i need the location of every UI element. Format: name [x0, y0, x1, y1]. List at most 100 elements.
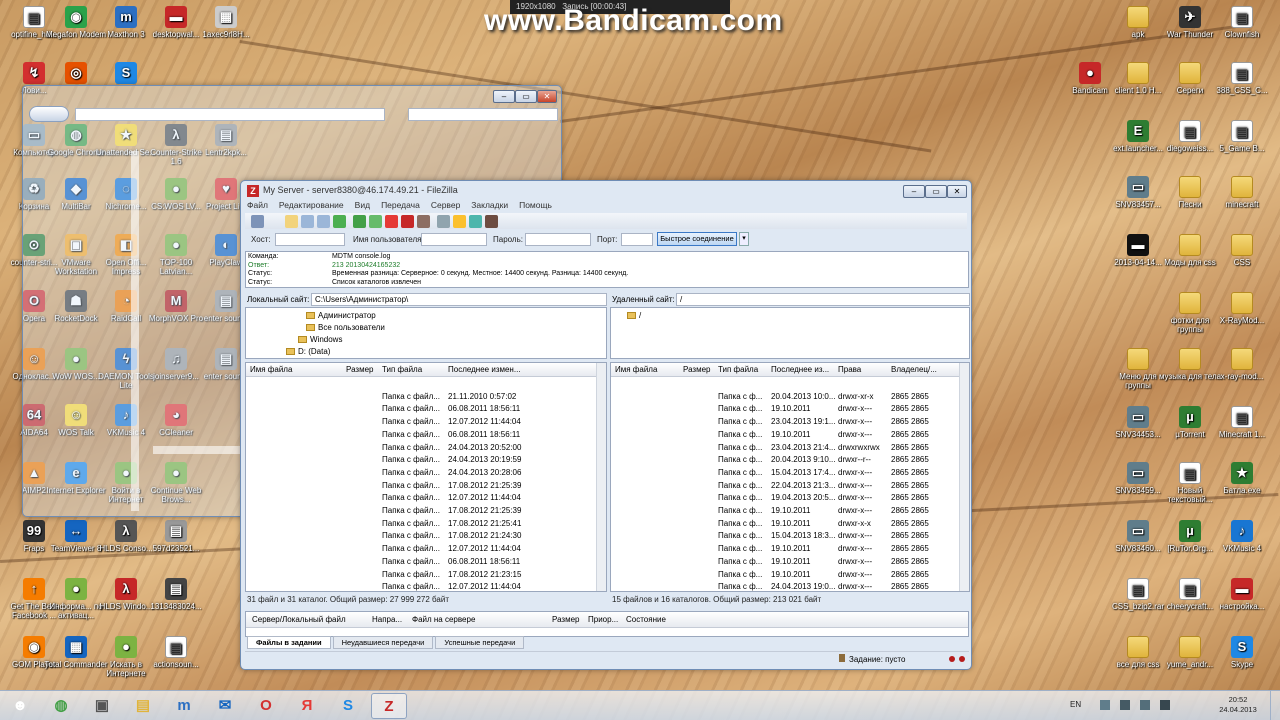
- file-row[interactable]: soundПапка с ф...24.04.2013 19:0...drwxr…: [611, 581, 959, 591]
- search-box[interactable]: [408, 108, 558, 121]
- file-row[interactable]: MusicПапка с файл...12.07.2012 11:44:04: [246, 581, 596, 591]
- directory-listing-filter-icon[interactable]: [437, 215, 450, 228]
- file-row[interactable]: ..: [611, 378, 959, 391]
- file-row[interactable]: ContactsПапка с файл...12.07.2012 11:44:…: [246, 416, 596, 429]
- disconnect-icon[interactable]: [401, 215, 414, 228]
- file-row[interactable]: demosПапка с ф...23.04.2013 21:4...drwxr…: [611, 442, 959, 455]
- local-scrollbar[interactable]: [596, 363, 606, 591]
- transfer-queue[interactable]: Сервер/Локальный файл Напра... Файл на сер…: [245, 611, 969, 637]
- menu-item[interactable]: Вид: [355, 200, 370, 210]
- file-row[interactable]: Downloa...Папка с ф...20.04.2013 9:10...…: [611, 454, 959, 467]
- chevron-down-icon[interactable]: ▾: [739, 232, 749, 246]
- queue-column-header[interactable]: Напра...: [372, 612, 402, 628]
- address-bar[interactable]: [75, 108, 385, 121]
- toggle-queue-icon[interactable]: [333, 215, 346, 228]
- refresh-icon[interactable]: [353, 215, 366, 228]
- remote-path-input[interactable]: /: [676, 293, 970, 306]
- desktop-icon[interactable]: ▤ actionsoun...: [144, 636, 208, 669]
- file-row[interactable]: FavoritesПапка с файл...12.07.2012 11:44…: [246, 492, 596, 505]
- column-header[interactable]: Права: [838, 363, 861, 377]
- desktop-icon[interactable]: X-RayMod...: [1210, 292, 1274, 325]
- remote-scrollbar[interactable]: [959, 363, 969, 591]
- queue-tab[interactable]: Неудавшиеся передачи: [332, 636, 434, 649]
- file-row[interactable]: downloa...Папка с ф...15.04.2013 17:4...…: [611, 467, 959, 480]
- file-row[interactable]: Application DataПапка с файл...06.08.201…: [246, 403, 596, 416]
- desktop-icon[interactable]: ♪ VKMusic 4: [1210, 520, 1274, 553]
- tree-node[interactable]: Windows: [298, 334, 342, 345]
- pane-splitter[interactable]: [131, 151, 139, 511]
- menu-item[interactable]: Редактирование: [279, 200, 344, 210]
- queue-tab[interactable]: Успешные передачи: [435, 636, 525, 649]
- queue-column-header[interactable]: Приор...: [588, 612, 618, 628]
- desktop-icon[interactable]: ★ Батла.exe: [1210, 462, 1274, 495]
- column-header[interactable]: Тип файла: [718, 363, 758, 377]
- port-input[interactable]: [621, 233, 653, 246]
- file-row[interactable]: Local SettingsПапка с файл...06.08.2011 …: [246, 556, 596, 569]
- file-row[interactable]: addonsПапка с ф...20.04.2013 10:0...drwx…: [611, 391, 959, 404]
- maximize-button[interactable]: ▭: [515, 90, 537, 103]
- taskbar-unknown-icon[interactable]: ▣: [84, 693, 120, 719]
- queue-tab[interactable]: Файлы в задании: [247, 636, 331, 649]
- menu-item[interactable]: Помощь: [519, 200, 552, 210]
- host-input[interactable]: [275, 233, 345, 246]
- menu-item[interactable]: Передача: [381, 200, 420, 210]
- file-row[interactable]: CookiesПапка с файл...06.08.2011 18:56:1…: [246, 429, 596, 442]
- file-row[interactable]: DesktopПапка с файл...24.04.2013 20:52:0…: [246, 442, 596, 455]
- taskbar-mail-icon[interactable]: ✉: [207, 693, 243, 719]
- local-file-list[interactable]: Имя файла Размер Тип файла Последнее измен.…: [245, 362, 607, 592]
- password-input[interactable]: [525, 233, 591, 246]
- desktop-icon[interactable]: ▤ 1313483024...: [144, 578, 208, 611]
- process-queue-icon[interactable]: [369, 215, 382, 228]
- file-row[interactable]: classesПапка с ф...19.10.2011drwxr-x---2…: [611, 429, 959, 442]
- file-row[interactable]: ..: [246, 378, 596, 391]
- file-row[interactable]: logsПапка с ф...22.04.2013 21:3...drwxr-…: [611, 480, 959, 493]
- file-row[interactable]: icoПапка с файл...17.08.2012 21:24:30: [246, 530, 596, 543]
- username-input[interactable]: [421, 233, 487, 246]
- desktop-icon[interactable]: ▦ 1axec9rl8H...: [194, 6, 258, 39]
- site-manager-icon[interactable]: [251, 215, 264, 228]
- menu-item[interactable]: Сервер: [431, 200, 460, 210]
- tree-node[interactable]: D: (Data): [286, 346, 330, 357]
- queue-column-header[interactable]: Размер: [552, 612, 580, 628]
- file-row[interactable]: resourceПапка с ф...19.10.2011drwxr-x---…: [611, 556, 959, 569]
- column-header[interactable]: Размер: [346, 363, 374, 377]
- maximize-button[interactable]: ▭: [925, 185, 947, 198]
- taskbar-maxthon-icon[interactable]: m: [166, 693, 202, 719]
- show-desktop-button[interactable]: [1270, 691, 1280, 720]
- column-header[interactable]: Имя файла: [615, 363, 657, 377]
- file-row[interactable]: mapsПапка с ф...19.04.2013 20:5...drwxr-…: [611, 492, 959, 505]
- desktop-icon[interactable]: ▬ настройка...: [1210, 578, 1274, 611]
- column-header[interactable]: Последнее из...: [771, 363, 829, 377]
- file-row[interactable]: materialsПапка с ф...19.10.2011drwxr-x--…: [611, 505, 959, 518]
- compare-icon[interactable]: [453, 215, 466, 228]
- desktop-icon[interactable]: S Skype: [1210, 636, 1274, 669]
- file-row[interactable]: scriptsПапка с ф...19.10.2011drwxr-x---2…: [611, 569, 959, 582]
- file-row[interactable]: helpПапка с файл...17.08.2012 21:25:39: [246, 505, 596, 518]
- column-header[interactable]: Владелец/...: [891, 363, 937, 377]
- close-button[interactable]: ✕: [947, 185, 967, 198]
- desktop-icon[interactable]: CSS: [1210, 234, 1274, 267]
- file-row[interactable]: mediaПапка с ф...19.10.2011drwxr-x-x2865…: [611, 518, 959, 531]
- desktop-icon[interactable]: ▤ 5_Game B...: [1210, 120, 1274, 153]
- desktop-icon[interactable]: ▤ 597d23521...: [144, 520, 208, 553]
- tree-node[interactable]: Администратор: [306, 310, 376, 321]
- minimize-button[interactable]: ‒: [903, 185, 925, 198]
- desktop-icon[interactable]: ▤ Minecraft 1...: [1210, 406, 1274, 439]
- menu-item[interactable]: Файл: [247, 200, 268, 210]
- close-button[interactable]: ✕: [537, 90, 557, 103]
- cancel-icon[interactable]: [385, 215, 398, 228]
- minimize-button[interactable]: ‒: [493, 90, 515, 103]
- search-files-icon[interactable]: [485, 215, 498, 228]
- tray-battery-icon[interactable]: [1160, 700, 1170, 710]
- taskbar-chrome-icon[interactable]: ◍: [43, 693, 79, 719]
- taskbar-skype-icon[interactable]: S: [330, 693, 366, 719]
- reconnect-icon[interactable]: [417, 215, 430, 228]
- local-directory-tree[interactable]: Администратор Все пользователи Windows D: (…: [245, 307, 607, 359]
- filezilla-window[interactable]: Z My Server - server8380@46.174.49.21 - …: [240, 180, 972, 670]
- taskbar-opera-icon[interactable]: O: [248, 693, 284, 719]
- file-row[interactable]: messagesПапка с файл...17.08.2012 21:23:…: [246, 569, 596, 582]
- clock[interactable]: 20:52 24.04.2013: [1214, 695, 1262, 715]
- taskbar-explorer-icon[interactable]: ▤: [125, 693, 161, 719]
- file-row[interactable]: AppDataПапка с файл...21.11.2010 0:57:02: [246, 391, 596, 404]
- column-header[interactable]: Последнее измен...: [448, 363, 521, 377]
